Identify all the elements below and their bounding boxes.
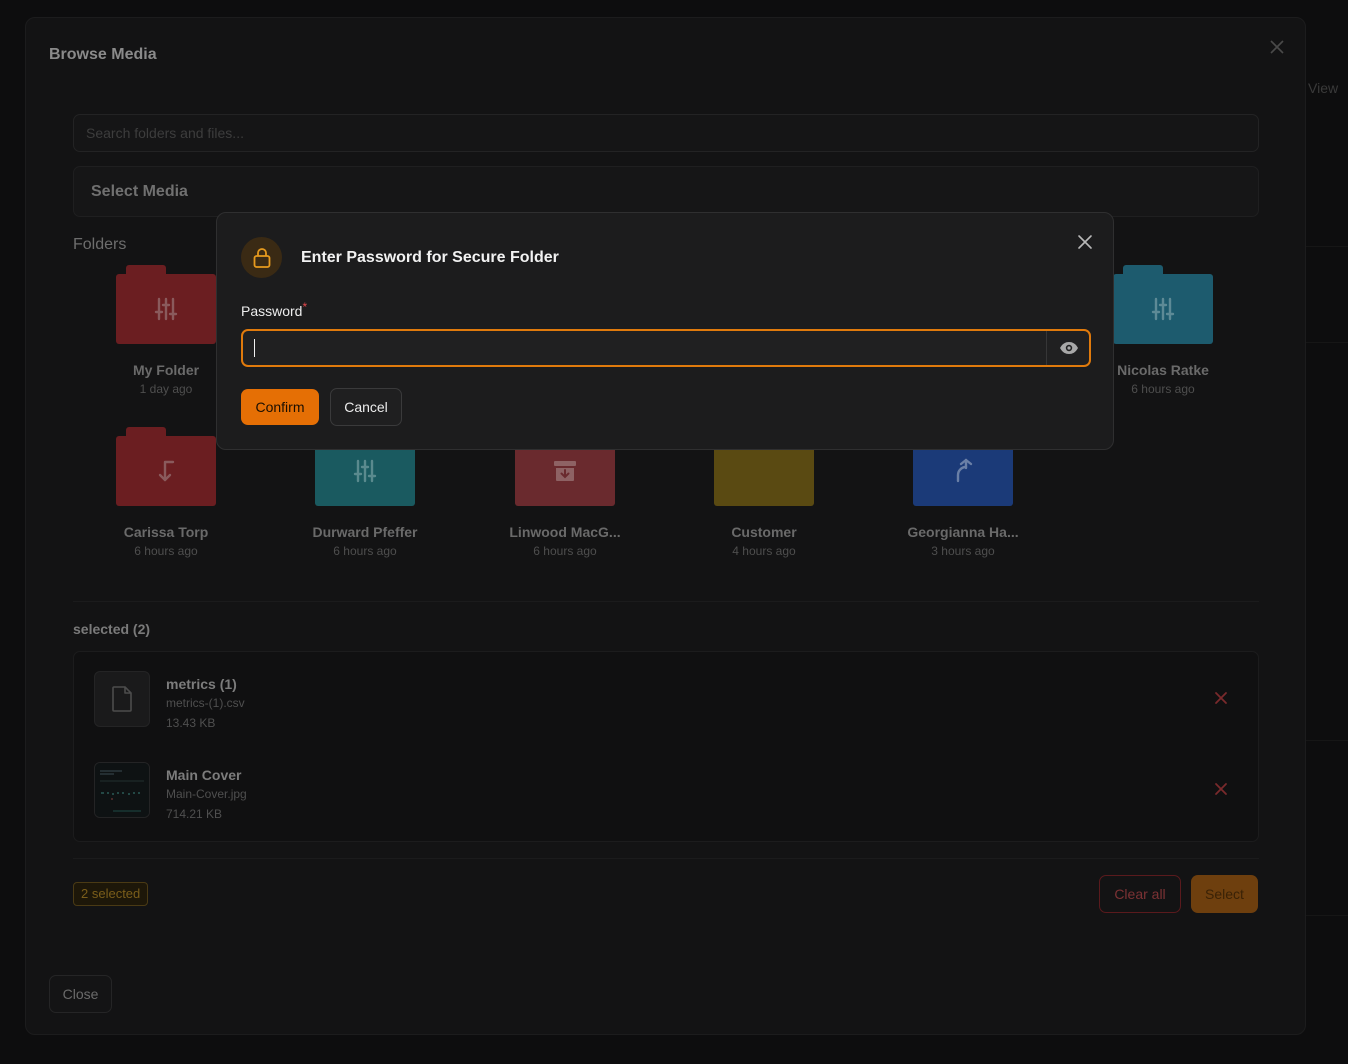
folder-time: 4 hours ago bbox=[732, 544, 796, 558]
dialog-title: Enter Password for Secure Folder bbox=[301, 249, 559, 266]
select-button[interactable]: Select bbox=[1191, 875, 1258, 913]
modal-close-icon[interactable] bbox=[1267, 37, 1287, 57]
password-label-text: Password bbox=[241, 303, 303, 319]
folder-name: Durward Pfeffer bbox=[312, 524, 418, 540]
lock-icon bbox=[241, 237, 282, 278]
selected-count-badge: 2 selected bbox=[73, 882, 149, 906]
background-divider bbox=[1305, 342, 1348, 343]
arrow-down-left-icon bbox=[158, 460, 175, 482]
section-divider bbox=[73, 858, 1259, 859]
text-caret bbox=[254, 339, 255, 357]
background-view-link: View bbox=[1308, 80, 1339, 96]
folder-name: Linwood MacG... bbox=[509, 524, 621, 540]
folder-name: Carissa Torp bbox=[123, 524, 209, 540]
eye-icon bbox=[1060, 342, 1078, 354]
selected-heading: selected (2) bbox=[73, 621, 151, 637]
password-input[interactable] bbox=[243, 331, 1046, 365]
sliders-icon bbox=[154, 297, 178, 321]
section-divider bbox=[73, 601, 1259, 602]
selected-item: Main Cover Main-Cover.jpg 714.21 KB bbox=[94, 762, 1244, 828]
background-divider bbox=[1305, 246, 1348, 247]
close-button[interactable]: Close bbox=[49, 975, 112, 1013]
archive-icon bbox=[554, 461, 576, 481]
folder-icon bbox=[116, 265, 216, 345]
selected-item-name: metrics (1) bbox=[166, 676, 237, 692]
browse-media-modal: Browse Media Select Media Folders My Fol… bbox=[25, 17, 1306, 1035]
selected-item-size: 714.21 KB bbox=[166, 807, 223, 821]
folders-heading: Folders bbox=[73, 236, 127, 253]
required-marker: * bbox=[302, 300, 308, 314]
folder-time: 6 hours ago bbox=[333, 544, 397, 558]
remove-icon[interactable] bbox=[1212, 689, 1230, 707]
folder-card[interactable]: Carissa Torp 6 hours ago bbox=[91, 427, 241, 567]
folder-time: 6 hours ago bbox=[134, 544, 198, 558]
selected-item: metrics (1) metrics-(1).csv 13.43 KB bbox=[94, 671, 1244, 737]
background-divider bbox=[1305, 915, 1348, 916]
password-field[interactable] bbox=[241, 329, 1091, 367]
selected-items-panel: metrics (1) metrics-(1).csv 13.43 KB Mai… bbox=[73, 651, 1259, 842]
select-media-panel: Select Media bbox=[73, 166, 1259, 217]
remove-icon[interactable] bbox=[1212, 780, 1230, 798]
sliders-icon bbox=[353, 459, 377, 483]
sliders-icon bbox=[1151, 297, 1175, 321]
folder-icon bbox=[116, 427, 216, 507]
arrow-up-right-icon bbox=[956, 458, 973, 483]
selected-item-name: Main Cover bbox=[166, 767, 242, 783]
image-thumbnail bbox=[94, 762, 150, 818]
password-dialog: Enter Password for Secure Folder Passwor… bbox=[216, 212, 1114, 450]
modal-title: Browse Media bbox=[49, 46, 157, 63]
select-media-title: Select Media bbox=[91, 183, 188, 200]
selected-item-filename: metrics-(1).csv bbox=[166, 696, 245, 710]
folder-time: 6 hours ago bbox=[533, 544, 597, 558]
background-divider bbox=[1305, 740, 1348, 741]
clear-all-button[interactable]: Clear all bbox=[1099, 875, 1181, 913]
cancel-button[interactable]: Cancel bbox=[330, 388, 402, 426]
show-password-toggle[interactable] bbox=[1046, 331, 1091, 365]
selected-item-size: 13.43 KB bbox=[166, 716, 216, 730]
dialog-close-icon[interactable] bbox=[1076, 233, 1094, 251]
selected-item-filename: Main-Cover.jpg bbox=[166, 787, 247, 801]
file-icon bbox=[94, 671, 150, 727]
folder-icon bbox=[1113, 265, 1213, 345]
confirm-button[interactable]: Confirm bbox=[241, 389, 319, 425]
folder-name: Georgianna Ha... bbox=[907, 524, 1019, 540]
password-label: Password* bbox=[241, 300, 308, 319]
folder-time: 3 hours ago bbox=[931, 544, 995, 558]
search-field[interactable] bbox=[73, 114, 1259, 152]
folder-name: Customer bbox=[731, 524, 797, 540]
search-input[interactable] bbox=[74, 115, 1258, 151]
